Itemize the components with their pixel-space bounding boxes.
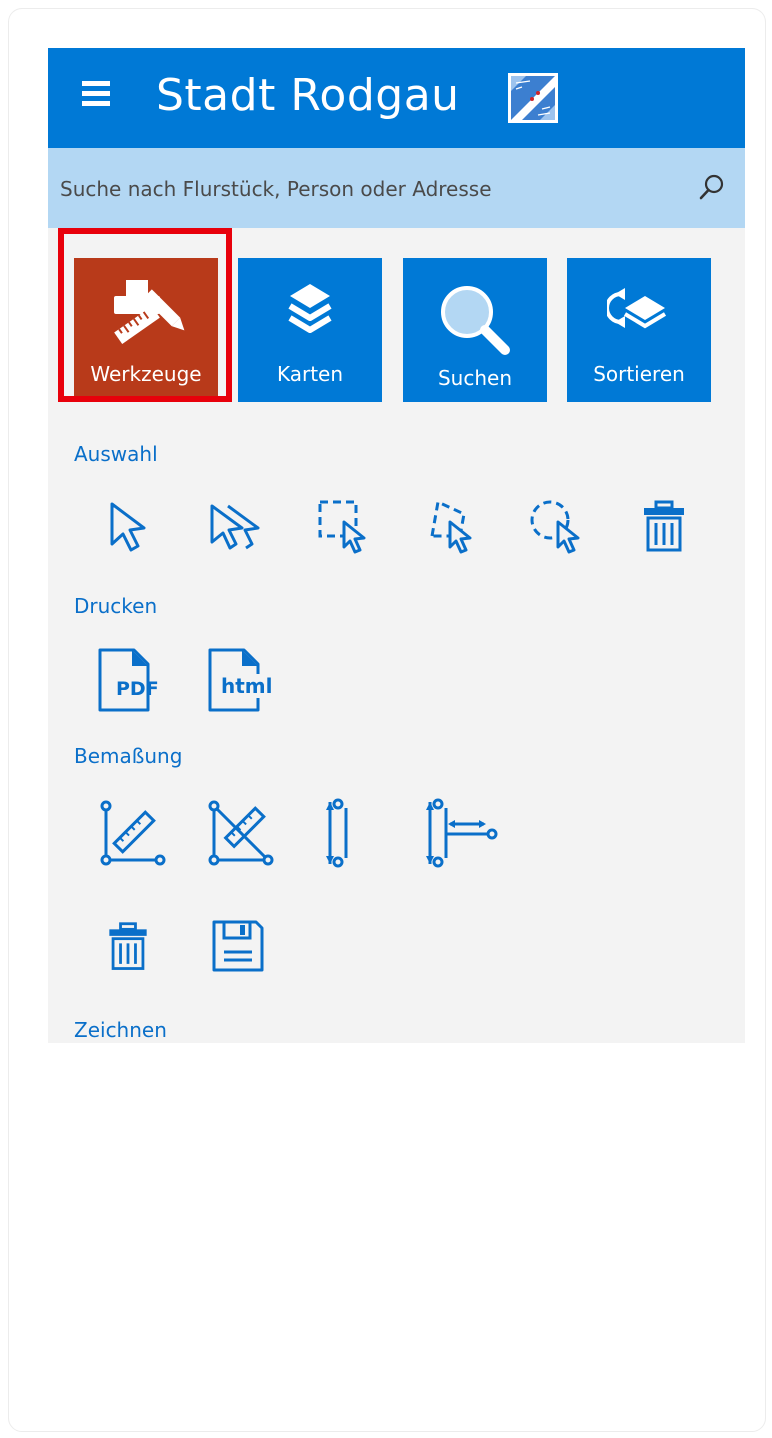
measure-vertical-icon[interactable]	[320, 798, 360, 868]
section-label-zeichnen: Zeichnen	[74, 1018, 167, 1042]
rectangle-select-icon[interactable]	[314, 496, 374, 556]
tool-label-suchen: Suchen	[437, 366, 513, 390]
tool-label-werkzeuge: Werkzeuge	[90, 362, 202, 386]
measure-triangle-ruler-icon[interactable]	[206, 798, 276, 868]
layers-icon	[288, 284, 332, 333]
app-title: Stadt Rodgau	[156, 70, 460, 121]
tool-label-karten: Karten	[276, 362, 344, 386]
title-bar: Stadt Rodgau	[48, 48, 745, 148]
trash-icon[interactable]	[100, 918, 156, 978]
polygon-select-icon[interactable]	[420, 496, 480, 556]
trash-icon[interactable]	[634, 498, 694, 558]
section-label-bemassung: Bemaßung	[74, 744, 183, 768]
measure-perpendicular-icon[interactable]	[420, 798, 500, 868]
tool-label-sortieren: Sortieren	[593, 362, 685, 386]
tool-button-sortieren[interactable]: Sortieren	[567, 258, 711, 402]
pdf-print-icon[interactable]: PDF	[92, 646, 166, 716]
tool-button-werkzeuge[interactable]: Werkzeuge	[74, 258, 218, 402]
side-panel: Stadt Rodgau Suche nach Flurstück, Perso…	[48, 48, 745, 1043]
circle-select-icon[interactable]	[528, 496, 588, 556]
section-label-drucken: Drucken	[74, 594, 158, 618]
magnifier-icon	[441, 286, 510, 355]
tool-button-suchen[interactable]: Suchen	[403, 258, 547, 402]
multi-select-arrow-icon[interactable]	[208, 500, 268, 560]
html-label: html	[220, 674, 274, 698]
save-icon[interactable]	[208, 916, 268, 976]
search-icon[interactable]	[696, 172, 728, 204]
search-bar	[48, 148, 745, 228]
tool-button-karten[interactable]: Karten	[238, 258, 382, 402]
measure-angle-ruler-icon[interactable]	[98, 798, 168, 868]
html-print-icon[interactable]: html	[202, 646, 282, 716]
sort-layers-icon	[607, 288, 667, 329]
menu-icon[interactable]	[82, 81, 118, 115]
section-label-auswahl: Auswahl	[74, 442, 158, 466]
pdf-label: PDF	[116, 678, 159, 700]
printer-ruler-pencil-icon	[114, 280, 185, 345]
city-logo	[508, 73, 558, 123]
select-arrow-icon[interactable]	[100, 500, 160, 560]
search-input[interactable]	[58, 166, 662, 212]
